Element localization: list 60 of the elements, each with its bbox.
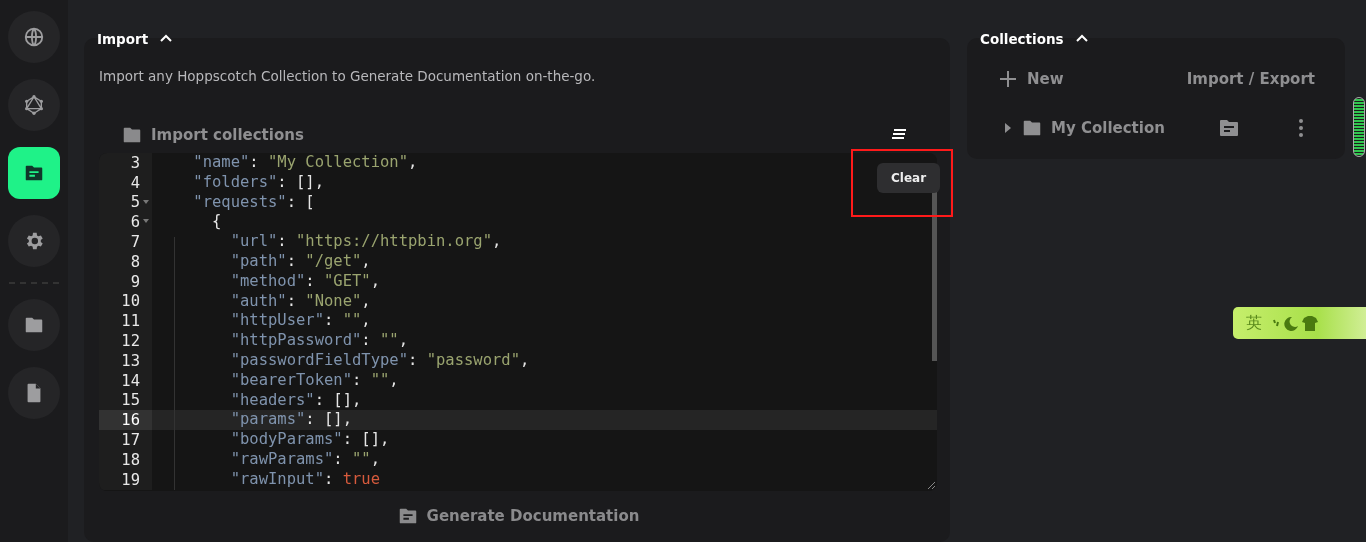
collection-name[interactable]: My Collection	[1051, 119, 1209, 137]
plus-icon	[999, 70, 1017, 88]
code-line: "method": "GET",	[229, 271, 380, 290]
nav-button[interactable]	[8, 299, 60, 351]
ime-toolbar[interactable]: 英	[1233, 307, 1366, 339]
nav-button[interactable]	[8, 215, 60, 267]
section-title: Import	[97, 31, 149, 47]
code-line: "folders": [],	[192, 172, 324, 191]
graph-icon	[23, 94, 45, 116]
code-line: {	[211, 212, 222, 231]
line-number: 8	[129, 252, 141, 272]
line-number: 6	[99, 212, 152, 233]
ime-mode-label[interactable]: 英	[1246, 312, 1262, 334]
line-number: 17	[120, 430, 141, 450]
new-button[interactable]: New	[999, 70, 1064, 88]
code-line: "params": [],	[229, 410, 352, 429]
fold-icon[interactable]	[143, 199, 149, 205]
generate-button[interactable]: Generate Documentation	[396, 505, 640, 527]
nav-button[interactable]	[8, 79, 60, 131]
code-line: "url": "https://httpbin.org",	[229, 232, 502, 251]
resize-handle-icon[interactable]	[927, 481, 935, 489]
code-line: "auth": "None",	[229, 291, 371, 310]
line-number: 7	[129, 232, 141, 252]
code-line: "requests": [	[192, 192, 315, 211]
code-line: "bearerToken": "",	[229, 370, 399, 389]
line-number: 13	[120, 350, 141, 371]
code-line: "headers": [],	[229, 390, 362, 409]
line-number: 12	[120, 331, 141, 351]
line-number: 9	[129, 271, 141, 292]
import-export-button[interactable]: Import / Export	[1186, 70, 1315, 88]
line-number: 15	[120, 390, 141, 411]
caret-icon[interactable]	[1003, 122, 1013, 134]
line-number: 16	[99, 410, 152, 431]
line-number: 19	[120, 469, 141, 490]
import-label: Import collections	[151, 126, 305, 144]
nav-button[interactable]	[8, 367, 60, 419]
line-number: 4	[129, 172, 141, 193]
line-number: 11	[120, 311, 141, 332]
line-number: 5	[99, 192, 152, 213]
code-line: "name": "My Collection",	[192, 153, 418, 171]
code-editor[interactable]	[99, 153, 937, 491]
line-number: 10	[120, 291, 141, 312]
code-line: "passwordFieldType": "password",	[229, 350, 530, 369]
code-line: "rawParams": "",	[229, 449, 380, 468]
code-line: "rawInput": true	[229, 469, 380, 488]
code-line: "httpPassword": "",	[229, 331, 408, 350]
line-number: 3	[129, 153, 141, 173]
line-number: 14	[120, 370, 141, 391]
section-title: Collections	[980, 31, 1064, 47]
tooltip: Clear	[877, 163, 941, 193]
code-line: "bodyParams": [],	[229, 430, 390, 449]
line-number: 18	[120, 449, 141, 470]
description-text: Import any Hoppscotch Collection to Generate Documentation on-the-go.	[99, 68, 597, 84]
fold-icon[interactable]	[143, 219, 149, 225]
scrollbar[interactable]	[1353, 97, 1365, 157]
nav-button[interactable]	[8, 147, 60, 199]
code-line: "path": "/get",	[229, 252, 371, 270]
code-line: "httpUser": "",	[229, 311, 371, 330]
nav-button[interactable]	[8, 11, 60, 63]
globe-icon	[23, 26, 45, 48]
